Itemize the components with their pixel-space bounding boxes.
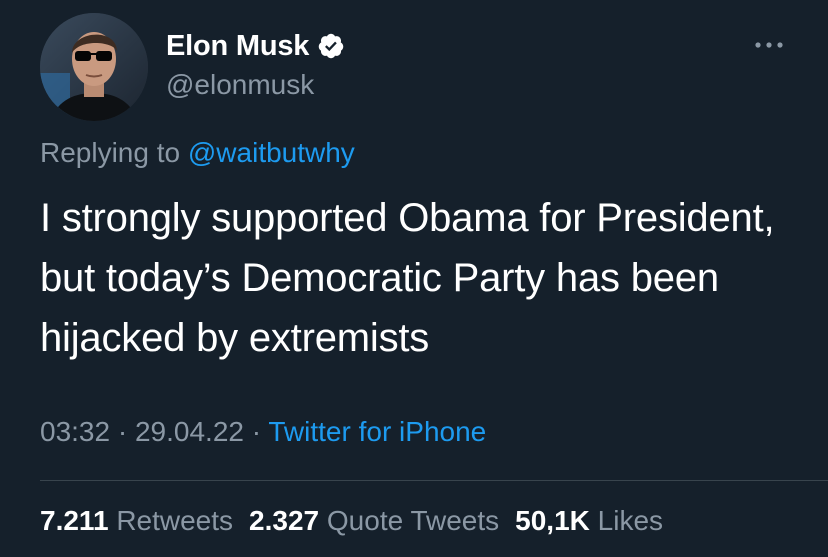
meta-separator: · <box>243 416 269 447</box>
user-handle[interactable]: @elonmusk <box>166 69 345 101</box>
retweets-count: 7.211 <box>40 505 109 536</box>
likes-stat[interactable]: 50,1K Likes <box>515 505 663 536</box>
tweet-source-link[interactable]: Twitter for iPhone <box>268 416 486 447</box>
tweet-stats: 7.211 Retweets 2.327 Quote Tweets 50,1K Li… <box>40 505 663 537</box>
quote-tweets-count: 2.327 <box>249 505 320 536</box>
avatar[interactable] <box>40 13 148 121</box>
user-info: Elon Musk @elonmusk <box>166 26 345 101</box>
display-name[interactable]: Elon Musk <box>166 30 309 63</box>
tweet-text: I strongly supported Obama for President… <box>40 196 775 360</box>
tweet-time[interactable]: 03:32 <box>40 416 110 447</box>
reply-mention-link[interactable]: @waitbutwhy <box>188 137 355 168</box>
tweet-date[interactable]: 29.04.22 <box>135 416 244 447</box>
quote-tweets-stat[interactable]: 2.327 Quote Tweets <box>249 505 499 536</box>
replying-to-label: Replying to <box>40 137 188 168</box>
likes-count: 50,1K <box>515 505 590 536</box>
likes-label: Likes <box>597 505 664 536</box>
quote-tweets-label: Quote Tweets <box>326 505 500 536</box>
tweet-meta: 03:32 · 29.04.22 · Twitter for iPhone <box>40 416 486 448</box>
replying-to-line: Replying to @waitbutwhy <box>40 137 355 169</box>
meta-separator: · <box>110 416 135 447</box>
retweets-label: Retweets <box>116 505 234 536</box>
verified-badge-icon <box>317 32 345 60</box>
retweets-stat[interactable]: 7.211 Retweets <box>40 505 233 536</box>
name-row: Elon Musk <box>166 26 345 66</box>
more-options-icon[interactable] <box>751 38 787 52</box>
tweet-card: Elon Musk @elonmusk Replying to @waitbut… <box>0 0 828 557</box>
divider <box>40 480 828 481</box>
